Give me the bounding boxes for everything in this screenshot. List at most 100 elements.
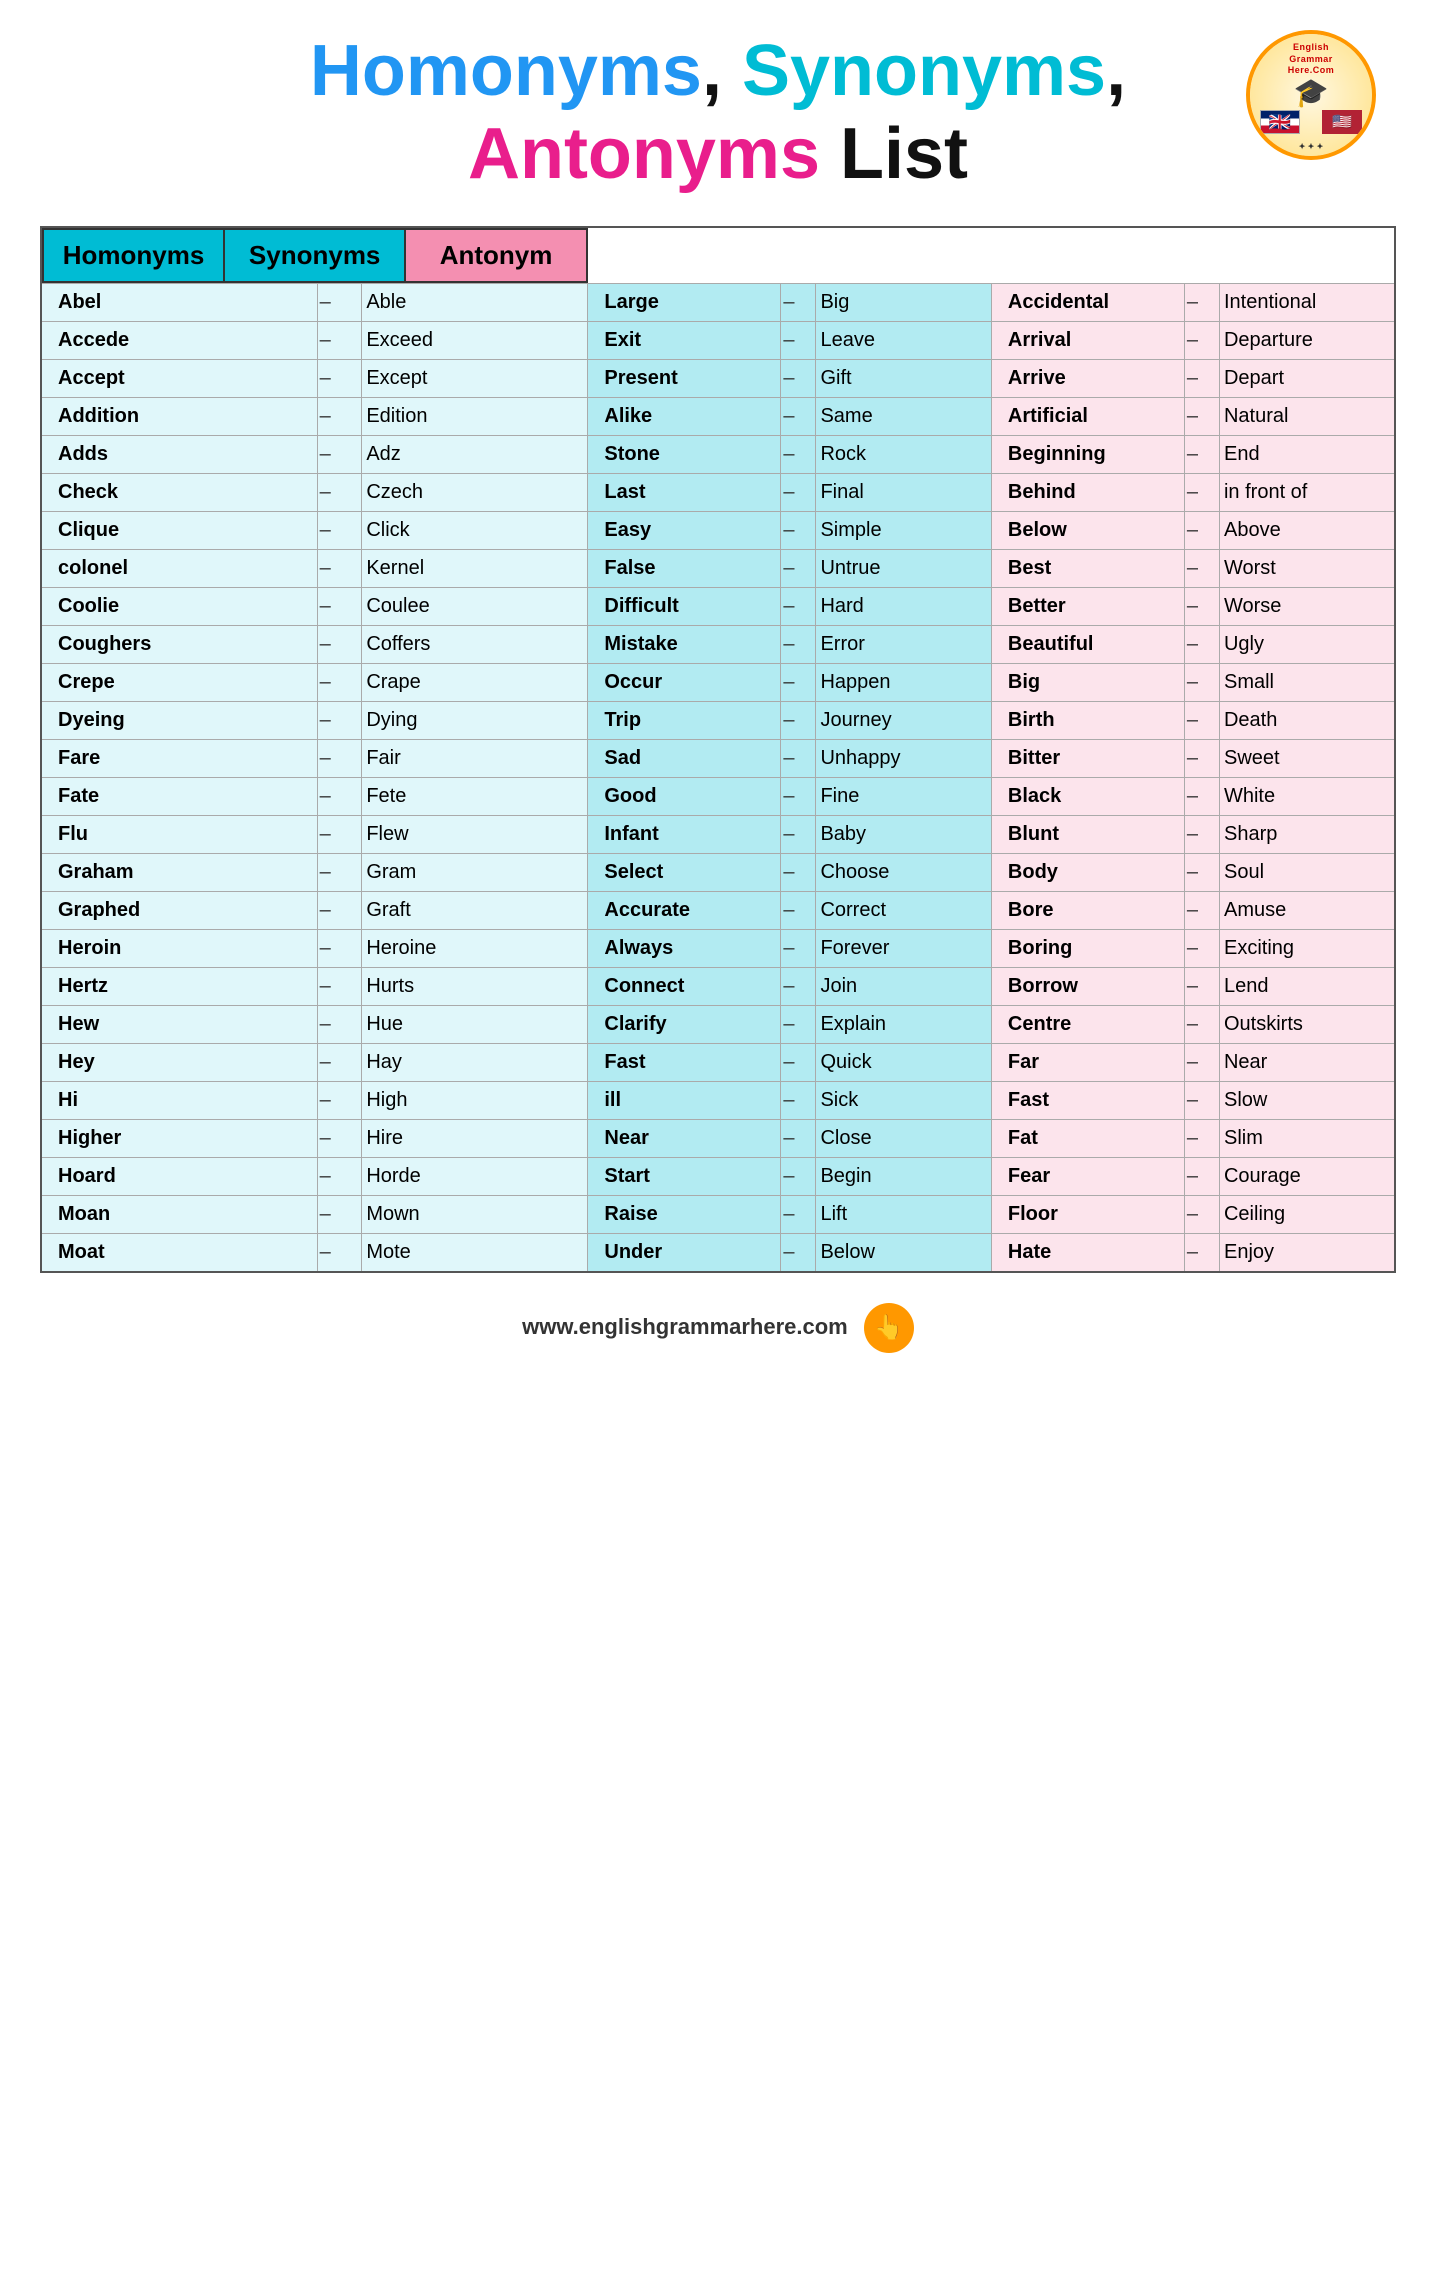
synonym-value: Happen	[816, 663, 991, 701]
homonym-value: Coffers	[362, 625, 588, 663]
footer-icon: 👆	[864, 1303, 914, 1353]
antonym-value: Worse	[1219, 587, 1395, 625]
antonym-word: Body	[991, 853, 1184, 891]
antonym-value: Ceiling	[1219, 1195, 1395, 1233]
antonym-dash: –	[1184, 321, 1219, 359]
antonym-word: Behind	[991, 473, 1184, 511]
homonyms-header: Homonyms	[43, 229, 224, 282]
antonym-dash: –	[1184, 967, 1219, 1005]
synonym-word: Clarify	[588, 1005, 781, 1043]
homonym-value: Exceed	[362, 321, 588, 359]
synonym-word: Select	[588, 853, 781, 891]
synonym-dash: –	[781, 511, 816, 549]
synonym-value: Close	[816, 1119, 991, 1157]
homonym-dash: –	[317, 1195, 362, 1233]
synonym-value: Begin	[816, 1157, 991, 1195]
synonym-word: Alike	[588, 397, 781, 435]
table-row: Graphed – Graft Accurate – Correct Bore …	[41, 891, 1395, 929]
antonym-dash: –	[1184, 663, 1219, 701]
antonym-value: Departure	[1219, 321, 1395, 359]
table-row: Abel – Able Large – Big Accidental – Int…	[41, 283, 1395, 321]
synonym-value: Choose	[816, 853, 991, 891]
table-row: Check – Czech Last – Final Behind – in f…	[41, 473, 1395, 511]
synonym-word: False	[588, 549, 781, 587]
antonym-value: White	[1219, 777, 1395, 815]
synonym-value: Error	[816, 625, 991, 663]
homonym-dash: –	[317, 967, 362, 1005]
homonym-word: Clique	[41, 511, 317, 549]
homonym-word: Graham	[41, 853, 317, 891]
antonym-word: Big	[991, 663, 1184, 701]
antonym-dash: –	[1184, 587, 1219, 625]
footer-url: www.englishgrammarhere.com	[522, 1313, 848, 1338]
homonym-value: Mown	[362, 1195, 588, 1233]
homonym-word: Check	[41, 473, 317, 511]
homonym-dash: –	[317, 1119, 362, 1157]
logo: EnglishGrammarHere.Com 🇬🇧 🇺🇸 🎓 ✦ ✦ ✦	[1246, 30, 1376, 160]
antonym-word: Bore	[991, 891, 1184, 929]
synonym-word: Trip	[588, 701, 781, 739]
antonym-dash: –	[1184, 1157, 1219, 1195]
homonym-dash: –	[317, 1233, 362, 1272]
antonym-dash: –	[1184, 777, 1219, 815]
synonym-dash: –	[781, 1043, 816, 1081]
synonym-value: Explain	[816, 1005, 991, 1043]
antonyms-title: Antonyms	[468, 114, 820, 194]
homonym-dash: –	[317, 435, 362, 473]
table-row: Hey – Hay Fast – Quick Far – Near	[41, 1043, 1395, 1081]
synonym-word: Present	[588, 359, 781, 397]
homonym-word: Graphed	[41, 891, 317, 929]
homonym-value: Except	[362, 359, 588, 397]
homonym-value: Crape	[362, 663, 588, 701]
synonym-dash: –	[781, 701, 816, 739]
homonym-dash: –	[317, 473, 362, 511]
antonym-dash: –	[1184, 1043, 1219, 1081]
antonym-word: Bitter	[991, 739, 1184, 777]
homonym-value: Mote	[362, 1233, 588, 1272]
synonym-value: Forever	[816, 929, 991, 967]
synonym-dash: –	[781, 625, 816, 663]
homonym-dash: –	[317, 663, 362, 701]
synonym-value: Hard	[816, 587, 991, 625]
synonym-value: Unhappy	[816, 739, 991, 777]
antonym-word: Better	[991, 587, 1184, 625]
homonym-value: Flew	[362, 815, 588, 853]
table-row: Graham – Gram Select – Choose Body – Sou…	[41, 853, 1395, 891]
synonym-dash: –	[781, 967, 816, 1005]
table-row: Higher – Hire Near – Close Fat – Slim	[41, 1119, 1395, 1157]
table-row: Hoard – Horde Start – Begin Fear – Coura…	[41, 1157, 1395, 1195]
synonym-value: Lift	[816, 1195, 991, 1233]
table-row: Heroin – Heroine Always – Forever Boring…	[41, 929, 1395, 967]
homonym-dash: –	[317, 549, 362, 587]
title: Homonyms, Synonyms, Antonyms List	[40, 30, 1396, 196]
antonym-word: Blunt	[991, 815, 1184, 853]
synonym-value: Simple	[816, 511, 991, 549]
antonym-dash: –	[1184, 1119, 1219, 1157]
antonym-dash: –	[1184, 739, 1219, 777]
synonym-value: Rock	[816, 435, 991, 473]
homonym-value: Dying	[362, 701, 588, 739]
homonym-word: Hew	[41, 1005, 317, 1043]
table-row: Moat – Mote Under – Below Hate – Enjoy	[41, 1233, 1395, 1272]
antonym-dash: –	[1184, 435, 1219, 473]
table-row: Dyeing – Dying Trip – Journey Birth – De…	[41, 701, 1395, 739]
antonym-dash: –	[1184, 625, 1219, 663]
antonym-value: Intentional	[1219, 283, 1395, 321]
homonym-value: Coulee	[362, 587, 588, 625]
synonym-value: Fine	[816, 777, 991, 815]
synonym-dash: –	[781, 1119, 816, 1157]
homonym-word: Moat	[41, 1233, 317, 1272]
homonym-word: Hey	[41, 1043, 317, 1081]
synonym-word: Difficult	[588, 587, 781, 625]
synonym-dash: –	[781, 815, 816, 853]
homonym-word: Fare	[41, 739, 317, 777]
synonym-word: Large	[588, 283, 781, 321]
synonym-dash: –	[781, 1195, 816, 1233]
antonym-value: Sharp	[1219, 815, 1395, 853]
antonym-word: Below	[991, 511, 1184, 549]
antonym-value: in front of	[1219, 473, 1395, 511]
antonym-word: Centre	[991, 1005, 1184, 1043]
synonym-word: Fast	[588, 1043, 781, 1081]
synonym-value: Quick	[816, 1043, 991, 1081]
homonym-value: High	[362, 1081, 588, 1119]
